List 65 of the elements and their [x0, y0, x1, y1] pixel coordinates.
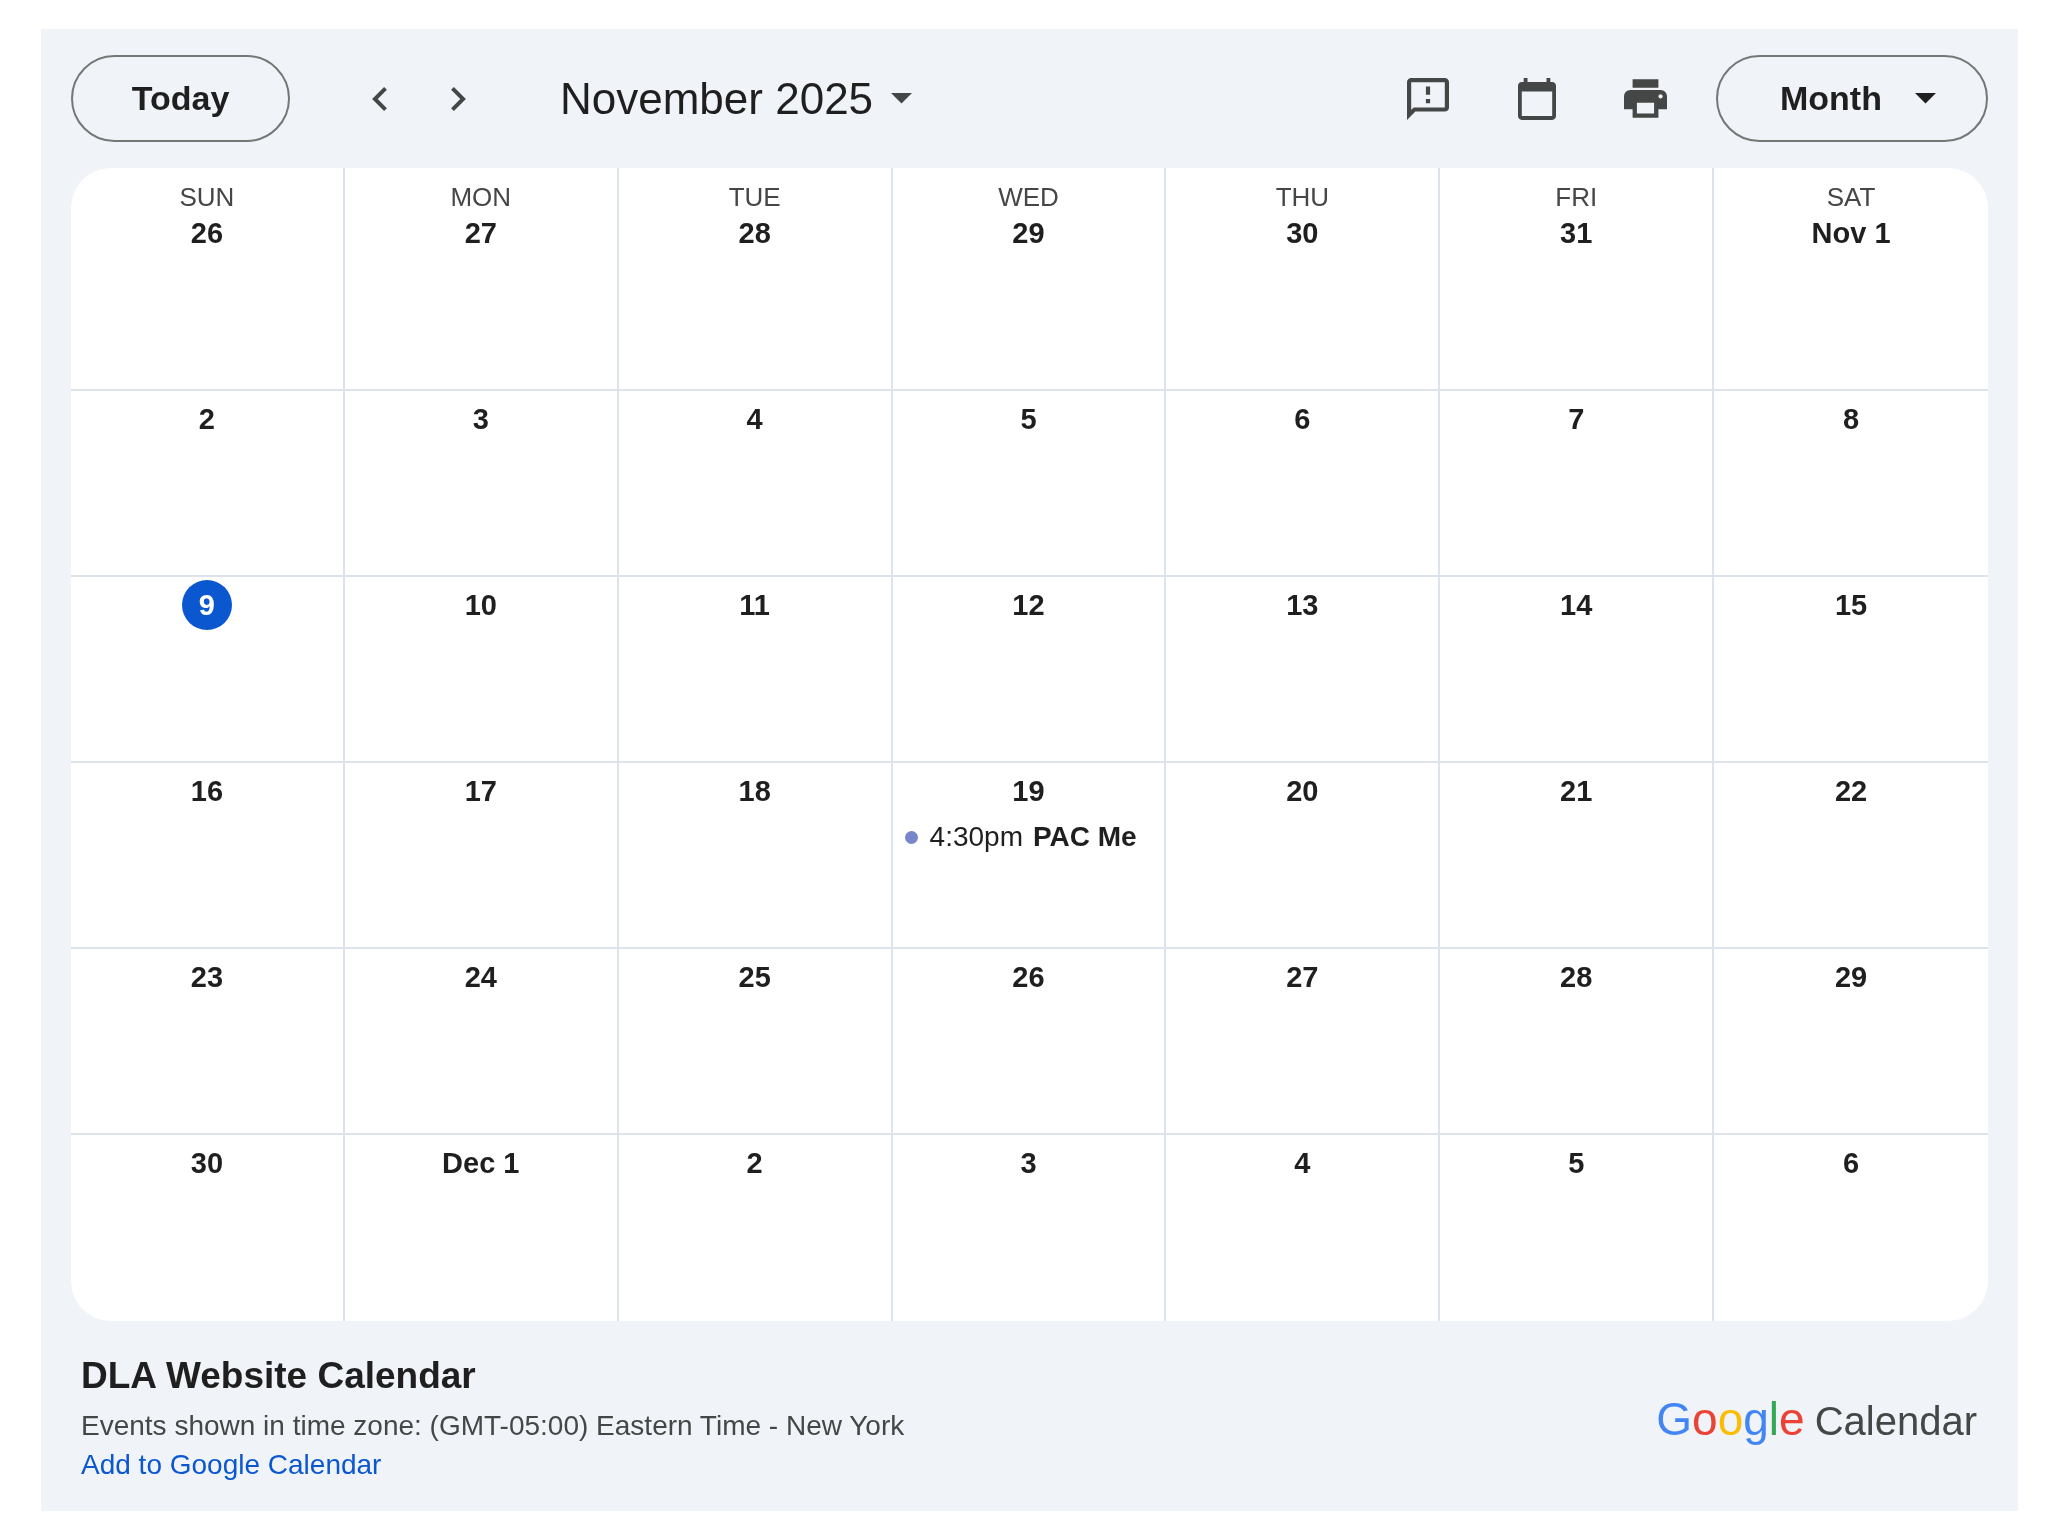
day-number[interactable]: 18	[738, 774, 771, 808]
day-number[interactable]: 4	[746, 402, 763, 436]
weekday-label: FRI	[1555, 183, 1598, 211]
chevron-right-icon	[450, 86, 466, 111]
day-number[interactable]: 8	[1843, 402, 1860, 436]
today-button[interactable]: Today	[71, 55, 290, 142]
day-number[interactable]: 16	[190, 774, 224, 808]
print-icon	[1623, 79, 1667, 118]
weekday-label: MON	[450, 183, 512, 211]
day-number[interactable]: 12	[1012, 588, 1045, 622]
day-number[interactable]: 30	[1286, 216, 1319, 250]
day-number[interactable]: 4	[1294, 1146, 1311, 1180]
day-number[interactable]: 29	[1834, 960, 1868, 994]
add-to-calendar-link[interactable]: Add to Google Calendar	[81, 1447, 382, 1483]
day-number[interactable]: 27	[1286, 960, 1319, 994]
weekday-label: SUN	[179, 183, 235, 211]
day-number[interactable]: 17	[464, 774, 497, 808]
day-number[interactable]: 19	[1012, 774, 1045, 808]
day-number[interactable]: 3	[1020, 1146, 1037, 1180]
caret-down-icon	[891, 93, 913, 104]
day-number[interactable]: 2	[198, 402, 215, 436]
day-number[interactable]: 5	[1568, 1146, 1585, 1180]
day-number[interactable]: 7	[1568, 402, 1585, 436]
day-number[interactable]: 29	[1012, 216, 1045, 250]
day-number[interactable]: 13	[1286, 588, 1319, 622]
day-number[interactable]: 6	[1843, 1146, 1860, 1180]
day-number[interactable]: 30	[190, 1146, 224, 1180]
day-number[interactable]: 25	[738, 960, 771, 994]
day-number[interactable]: 28	[1560, 960, 1593, 994]
weekday-label: THU	[1275, 183, 1330, 211]
day-number[interactable]: 27	[464, 216, 497, 250]
day-number[interactable]: 5	[1020, 402, 1037, 436]
day-number[interactable]: Dec 1	[442, 1146, 520, 1180]
day-number[interactable]: 31	[1560, 216, 1593, 250]
view-select-button[interactable]: Month	[1716, 55, 1988, 142]
day-number[interactable]: 20	[1286, 774, 1319, 808]
day-number[interactable]: 23	[190, 960, 224, 994]
day-number[interactable]: 26	[1012, 960, 1045, 994]
event-item[interactable]: 4:30pm PAC Me	[892, 820, 1165, 854]
day-number[interactable]: 10	[464, 588, 497, 622]
caret-down-icon	[1914, 93, 1936, 104]
day-number[interactable]: 15	[1834, 588, 1868, 622]
day-number[interactable]: 24	[464, 960, 497, 994]
day-number[interactable]: 21	[1560, 774, 1593, 808]
day-number[interactable]: 26	[190, 216, 224, 250]
day-number[interactable]: 2	[746, 1146, 763, 1180]
day-number[interactable]: 6	[1294, 402, 1311, 436]
day-number[interactable]: 11	[739, 588, 770, 622]
day-number[interactable]: 3	[472, 402, 489, 436]
weekday-label: TUE	[728, 183, 781, 211]
day-number[interactable]: Nov 1	[1811, 216, 1891, 250]
logo-product-name: Calendar	[1814, 1398, 1977, 1444]
day-number[interactable]: 14	[1560, 588, 1593, 622]
day-number[interactable]: 22	[1834, 774, 1868, 808]
feedback-icon	[1407, 77, 1449, 120]
day-number[interactable]: 28	[738, 216, 771, 250]
weekday-label: SAT	[1826, 183, 1876, 211]
day-number[interactable]: 9	[181, 580, 232, 630]
calendar-name: DLA Website Calendar	[81, 1355, 476, 1397]
chevron-left-icon	[371, 86, 387, 111]
weekday-label: WED	[998, 183, 1059, 211]
time-zone-note: Events shown in time zone: (GMT-05:00) Eastern Time - New York	[81, 1409, 905, 1443]
calendar-icon	[1518, 77, 1556, 120]
month-picker-button[interactable]: November 2025	[560, 73, 913, 124]
logo-wordmark: Google	[1656, 1393, 1805, 1445]
